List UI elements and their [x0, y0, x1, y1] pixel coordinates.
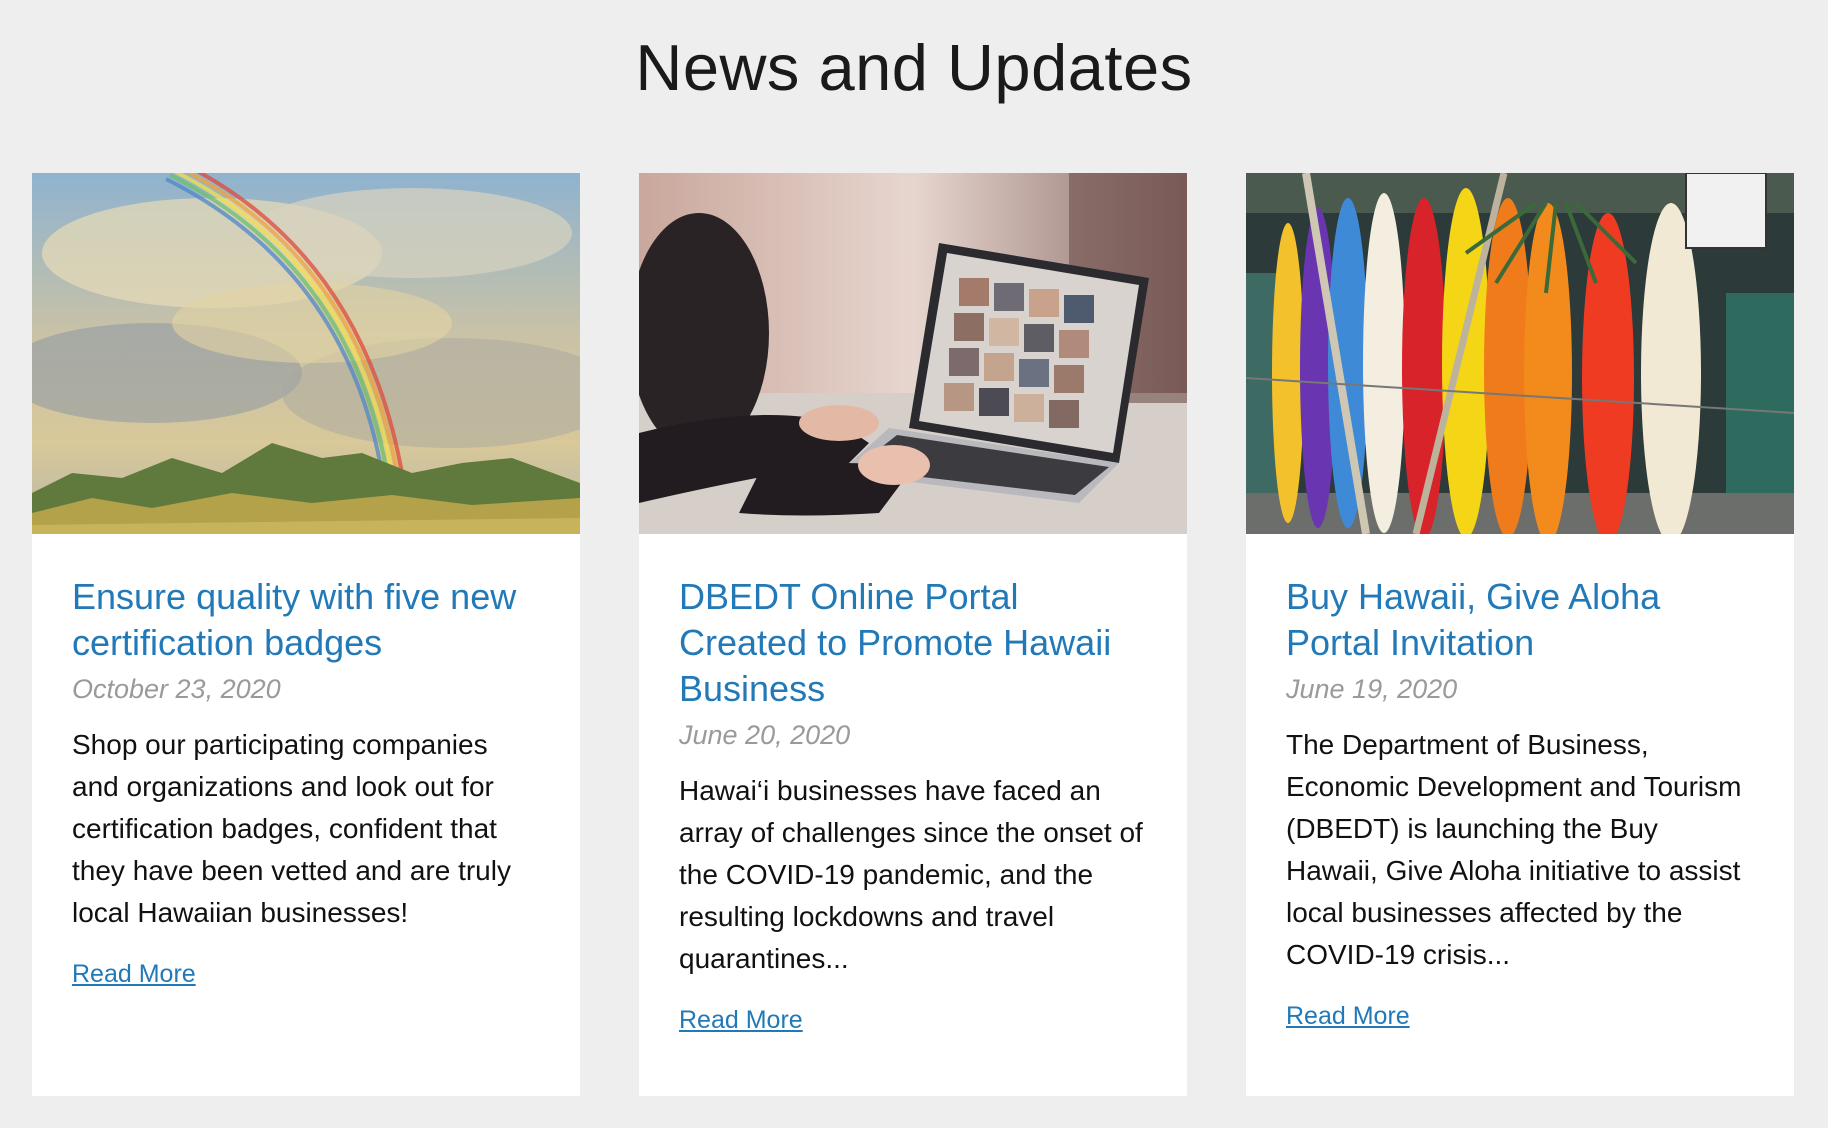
read-more-link[interactable]: Read More [72, 960, 196, 989]
section-title: News and Updates [635, 31, 1193, 104]
card-date: October 23, 2020 [72, 674, 281, 704]
card-image-laptop[interactable] [639, 173, 1187, 534]
news-card: Ensure quality with five new certificati… [32, 173, 580, 1096]
card-excerpt: Shop our participating companies and org… [72, 729, 511, 928]
card-excerpt: The Department of Business, Economic Dev… [1286, 729, 1742, 970]
card-date: June 20, 2020 [679, 720, 851, 750]
read-more-link[interactable]: Read More [679, 1006, 803, 1035]
card-excerpt: Hawai‘i businesses have faced an array o… [679, 775, 1143, 974]
card-title-link[interactable]: DBEDT Online Portal Created to Promote H… [679, 574, 1147, 712]
card-date: June 19, 2020 [1286, 674, 1458, 704]
card-title-link[interactable]: Ensure quality with five new certificati… [72, 574, 540, 666]
news-card: DBEDT Online Portal Created to Promote H… [639, 173, 1187, 1096]
read-more-link[interactable]: Read More [1286, 1002, 1410, 1031]
card-title-link[interactable]: Buy Hawaii, Give Aloha Portal Invitation [1286, 574, 1754, 666]
card-image-surfboards[interactable] [1246, 173, 1794, 534]
card-image-rainbow[interactable] [32, 173, 580, 534]
news-card: Buy Hawaii, Give Aloha Portal Invitation… [1246, 173, 1794, 1096]
